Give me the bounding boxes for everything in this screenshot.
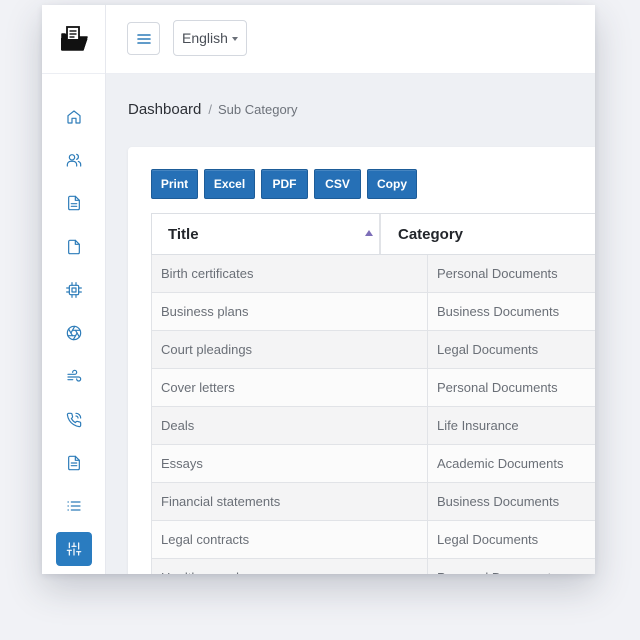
sub-category-card: Print Excel PDF CSV Copy Title Category … bbox=[128, 147, 595, 574]
sub-category-table: Title Category Birth certificates Persona… bbox=[151, 213, 595, 574]
cell-category: Business Documents bbox=[437, 304, 560, 319]
csv-button[interactable]: CSV bbox=[314, 169, 361, 199]
table-row[interactable]: Financial statements Business Documents bbox=[151, 483, 595, 521]
sidebar-item-sub-category[interactable] bbox=[56, 532, 92, 566]
home-icon bbox=[67, 110, 81, 124]
file-text-icon bbox=[68, 195, 80, 211]
folder-document-icon bbox=[60, 26, 88, 51]
cell-title: Business plans bbox=[151, 293, 428, 330]
cell-category: Legal Documents bbox=[437, 342, 539, 357]
table-row[interactable]: Health recordsPersonal Documents bbox=[151, 559, 595, 574]
phone-icon bbox=[66, 412, 82, 428]
cell-title: Financial statements bbox=[151, 483, 428, 520]
cell-category: Life Insurance bbox=[437, 418, 519, 433]
sidebar-item-wind[interactable] bbox=[56, 360, 92, 394]
excel-button[interactable]: Excel bbox=[204, 169, 255, 199]
table-row[interactable]: Legal contracts Legal Documents bbox=[151, 521, 595, 559]
sidebar bbox=[42, 5, 106, 574]
app-window: English Dashboard / Sub Category Print Exc… bbox=[42, 5, 595, 574]
file-icon bbox=[68, 239, 80, 255]
wind-icon bbox=[67, 369, 82, 382]
sidebar-item-files[interactable] bbox=[56, 230, 92, 264]
cell-title: Legal contracts bbox=[151, 521, 428, 558]
table-row[interactable]: Court pleadings Legal Documents bbox=[151, 331, 595, 369]
cell-category: Personal Documents bbox=[437, 380, 558, 395]
list-icon bbox=[67, 501, 81, 511]
table-body: Birth certificates Personal Documents Bus… bbox=[151, 255, 595, 574]
sidebar-item-phone[interactable] bbox=[56, 403, 92, 437]
cell-category: Personal Documents bbox=[437, 266, 558, 281]
sidebar-item-aperture[interactable] bbox=[56, 316, 92, 350]
breadcrumb: Dashboard / Sub Category bbox=[128, 101, 298, 118]
column-header-title-label: Title bbox=[168, 225, 199, 243]
cell-title: Court pleadings bbox=[151, 331, 428, 368]
table-row[interactable]: Business plans Business Documents bbox=[151, 293, 595, 331]
cell-category: Legal Documents bbox=[437, 532, 539, 547]
export-toolbar: Print Excel PDF CSV Copy bbox=[151, 169, 423, 199]
sidebar-item-chip[interactable] bbox=[56, 273, 92, 307]
cell-category: Business Documents bbox=[437, 494, 560, 509]
copy-button[interactable]: Copy bbox=[367, 169, 417, 199]
column-header-category[interactable]: Category bbox=[381, 214, 595, 254]
breadcrumb-home[interactable]: Dashboard bbox=[128, 101, 201, 118]
logo[interactable] bbox=[42, 5, 105, 74]
print-button[interactable]: Print bbox=[151, 169, 198, 199]
users-icon bbox=[66, 153, 82, 167]
column-header-category-label: Category bbox=[398, 225, 464, 243]
sidebar-item-users[interactable] bbox=[56, 143, 92, 177]
cell-title: Essays bbox=[151, 445, 428, 482]
table-row[interactable]: Essays Academic Documents bbox=[151, 445, 595, 483]
column-header-title[interactable]: Title bbox=[152, 214, 381, 254]
language-select[interactable]: English bbox=[173, 20, 247, 56]
document-icon bbox=[68, 455, 80, 471]
table-row[interactable]: Cover letters Personal Documents bbox=[151, 369, 595, 407]
aperture-icon bbox=[66, 325, 82, 341]
cell-title: Health records bbox=[151, 559, 428, 574]
table-row[interactable]: Birth certificates Personal Documents bbox=[151, 255, 595, 293]
caret-down-icon bbox=[232, 37, 238, 41]
hamburger-icon bbox=[136, 33, 151, 44]
sidebar-item-list[interactable] bbox=[56, 489, 92, 523]
menu-toggle-button[interactable] bbox=[127, 22, 160, 55]
cell-title: Birth certificates bbox=[151, 255, 428, 292]
breadcrumb-current: Sub Category bbox=[218, 102, 298, 117]
language-label: English bbox=[182, 30, 228, 46]
table-row[interactable]: Deals Life Insurance bbox=[151, 407, 595, 445]
topbar: English bbox=[106, 5, 595, 74]
breadcrumb-separator: / bbox=[208, 102, 213, 117]
sidebar-item-reports[interactable] bbox=[56, 446, 92, 480]
cell-title: Deals bbox=[151, 407, 428, 444]
cell-category: Academic Documents bbox=[437, 456, 564, 471]
sliders-icon bbox=[66, 542, 82, 556]
sort-ascending-icon bbox=[365, 230, 373, 236]
cell-category: Personal Documents bbox=[428, 559, 595, 574]
sidebar-item-documents[interactable] bbox=[56, 186, 92, 220]
table-header: Title Category bbox=[151, 213, 595, 255]
pdf-button[interactable]: PDF bbox=[261, 169, 308, 199]
cpu-chip-icon bbox=[66, 282, 82, 298]
cell-title: Cover letters bbox=[151, 369, 428, 406]
sidebar-item-home[interactable] bbox=[56, 100, 92, 134]
